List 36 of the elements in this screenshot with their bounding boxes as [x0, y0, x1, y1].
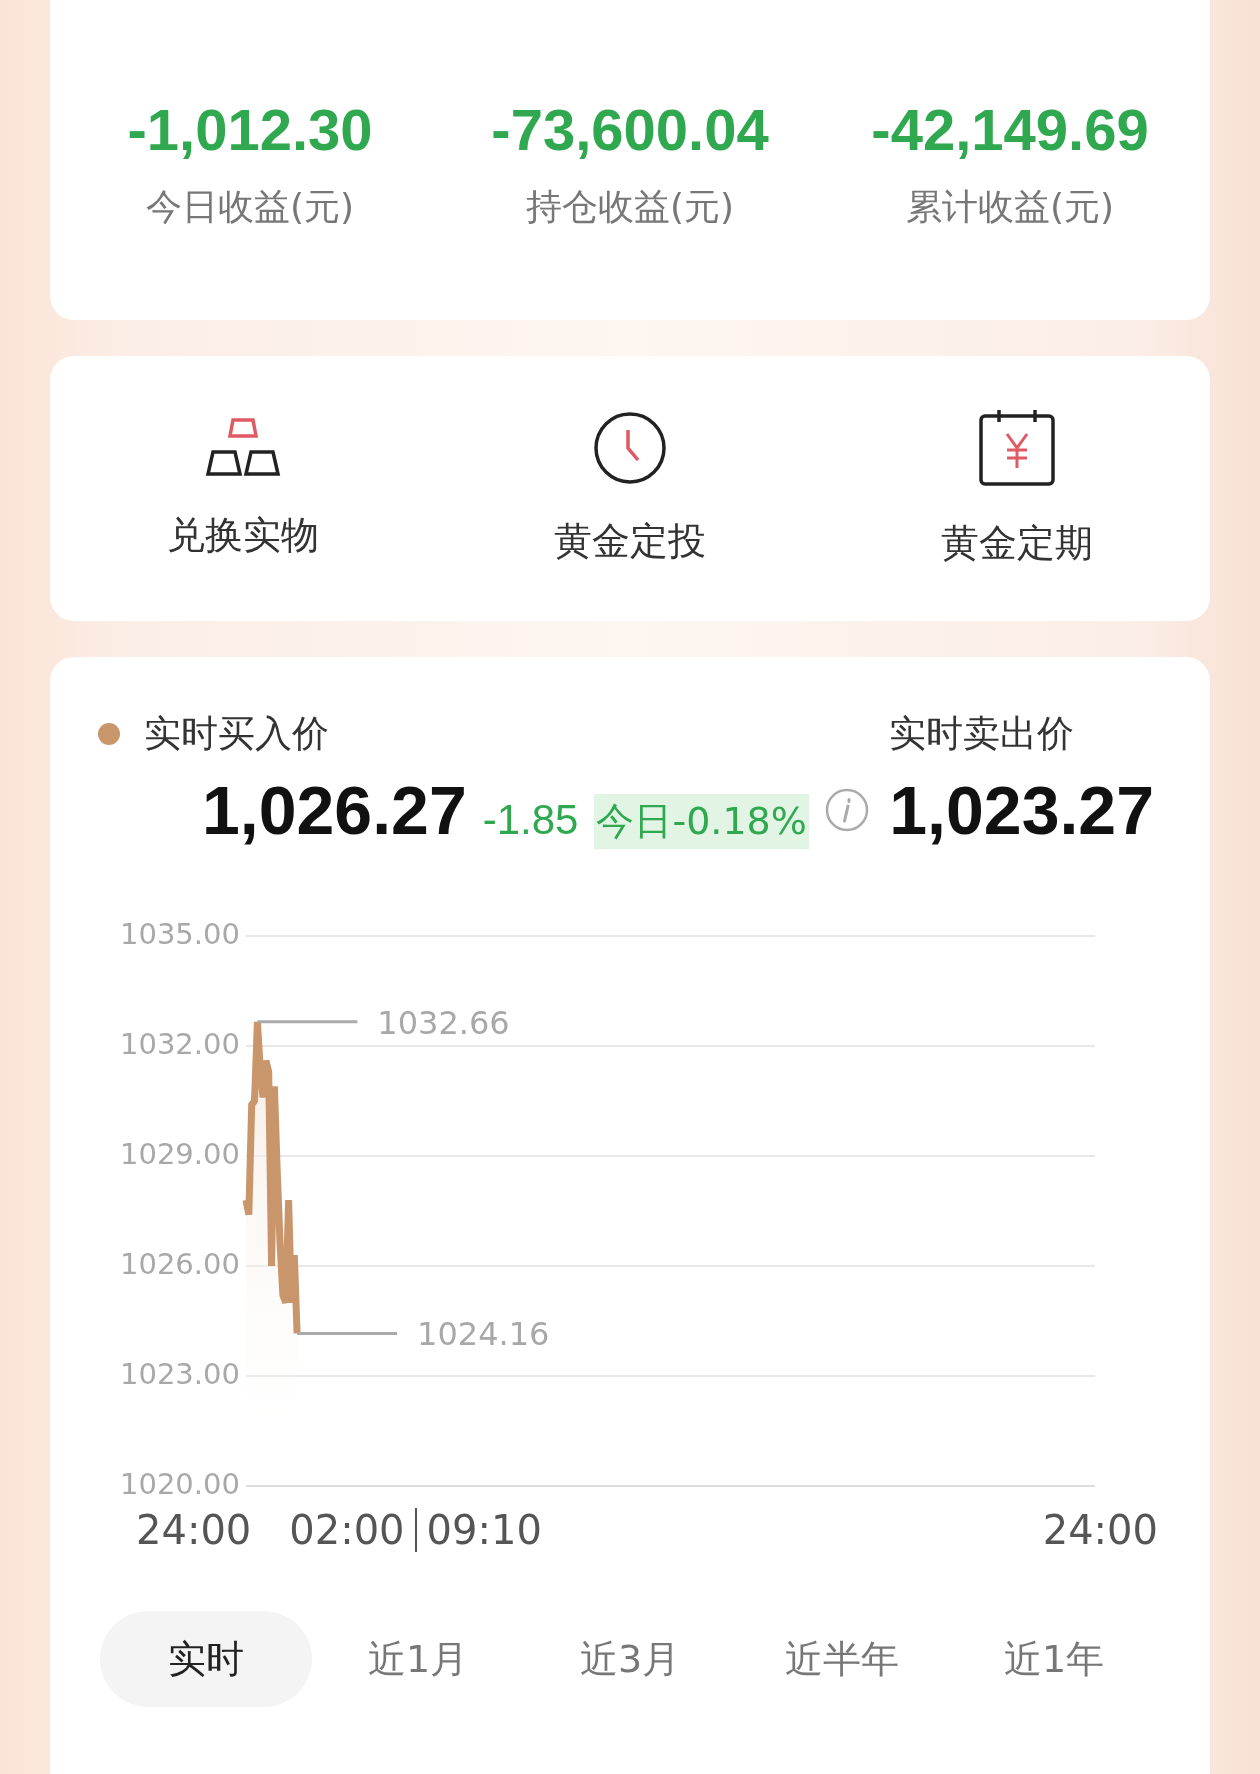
y-axis-label: 1023.00 — [120, 1357, 240, 1391]
period-tab[interactable]: 近3月 — [524, 1611, 736, 1707]
extreme-value-label: 1024.16 — [417, 1315, 550, 1354]
shortcut-label[interactable]: 黄金定投 — [554, 516, 706, 567]
buy-price-label: 实时买入价 — [144, 711, 329, 757]
y-axis-label: 1035.00 — [120, 917, 240, 951]
shortcut-label[interactable]: 黄金定期 — [940, 518, 1093, 569]
time-label: 24:00 — [136, 1507, 252, 1553]
time-label: 24:00 — [1042, 1507, 1158, 1553]
y-axis-label: 1032.00 — [120, 1027, 240, 1061]
period-tab[interactable]: 近半年 — [736, 1611, 948, 1707]
period-tab[interactable]: 实时 — [100, 1611, 312, 1707]
sell-price-label: 实时卖出价 — [889, 711, 1076, 757]
info-icon[interactable] — [824, 788, 869, 832]
profit-label: 今日收益(元) — [145, 185, 355, 229]
profit-value: -1,012.30 — [127, 96, 373, 163]
extreme-value-label: 1032.66 — [377, 1003, 510, 1042]
time-label: 02:00 — [289, 1507, 405, 1553]
profit-value: -42,149.69 — [871, 96, 1149, 163]
period-tab[interactable]: 近1年 — [948, 1611, 1160, 1707]
time-label: 09:10 — [426, 1507, 542, 1553]
y-axis-label: 1020.00 — [120, 1467, 240, 1499]
calendar-yen-icon — [976, 408, 1057, 488]
change-percent-badge: 今日-0.18% — [594, 794, 809, 849]
price-change: -1.85 — [482, 796, 579, 844]
period-tab[interactable]: 近1月 — [312, 1611, 524, 1707]
shortcut-label[interactable]: 兑换实物 — [167, 510, 320, 561]
y-axis-label: 1029.00 — [120, 1137, 240, 1171]
sell-price: 1,023.27 — [889, 771, 1154, 849]
y-axis-label: 1026.00 — [120, 1247, 240, 1281]
profit-label: 累计收益(元) — [905, 185, 1115, 229]
legend-dot — [98, 723, 120, 745]
clock-icon — [592, 410, 668, 486]
profit-value: -73,600.04 — [491, 96, 769, 163]
buy-price: 1,026.27 — [202, 771, 467, 849]
profit-label: 持仓收益(元) — [525, 185, 735, 229]
